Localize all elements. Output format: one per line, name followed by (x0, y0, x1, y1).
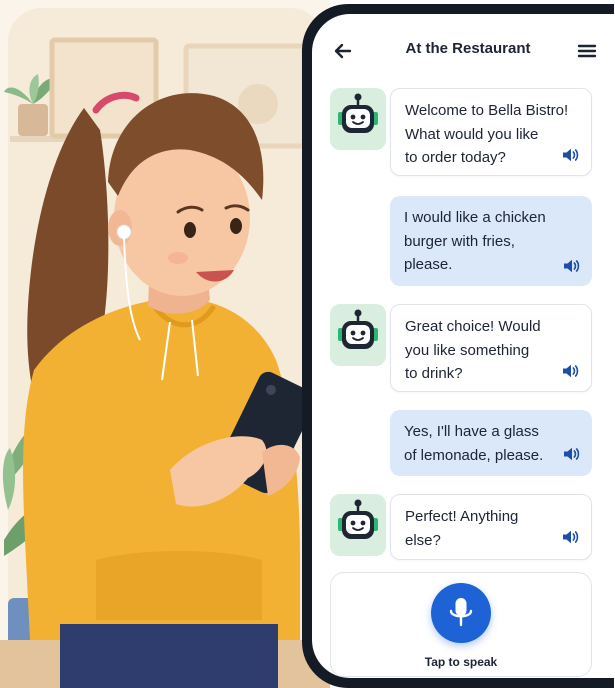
message-text: Perfect! Anything else? (405, 508, 519, 549)
speaker-icon[interactable] (561, 363, 579, 379)
hamburger-menu-icon (577, 44, 597, 58)
microphone-button[interactable] (431, 583, 491, 643)
bot-message-bubble: Perfect! Anything else? (390, 494, 592, 560)
message-text: Yes, I'll have a glass of lemonade, plea… (404, 423, 544, 464)
user-message-bubble: I would like a chicken burger with fries… (390, 196, 592, 286)
bot-avatar (330, 494, 386, 556)
bot-message-bubble: Great choice! Would you like something t… (390, 304, 592, 392)
bot-avatar (330, 304, 386, 366)
speaker-icon[interactable] (562, 446, 580, 462)
speaker-icon[interactable] (561, 147, 579, 163)
phone-frame: At the Restaurant Welcome to Bella Bistr… (302, 4, 614, 688)
speaker-icon[interactable] (562, 258, 580, 274)
robot-icon (338, 499, 378, 539)
illustration-girl-with-phone (0, 0, 330, 688)
user-message-bubble: Yes, I'll have a glass of lemonade, plea… (390, 410, 592, 476)
message-text: Welcome to Bella Bistro! What would you … (405, 102, 569, 166)
message-text: I would like a chicken burger with fries… (404, 209, 546, 273)
robot-icon (338, 93, 378, 133)
speak-panel: Tap to speak (330, 572, 592, 677)
robot-icon (338, 309, 378, 349)
menu-button[interactable] (574, 38, 600, 64)
chat-header: At the Restaurant (312, 14, 614, 78)
speaker-icon[interactable] (561, 529, 579, 545)
message-text: Great choice! Would you like something t… (405, 318, 541, 382)
earbud-icon (116, 224, 132, 240)
bot-avatar (330, 88, 386, 150)
page-title: At the Restaurant (405, 40, 531, 57)
microphone-icon (449, 598, 473, 627)
speak-label: Tap to speak (424, 655, 498, 669)
illustration-svg (0, 0, 330, 688)
plant-pot-icon (18, 104, 48, 136)
chat-screen: At the Restaurant Welcome to Bella Bistr… (312, 14, 614, 678)
bot-message-bubble: Welcome to Bella Bistro! What would you … (390, 88, 592, 176)
